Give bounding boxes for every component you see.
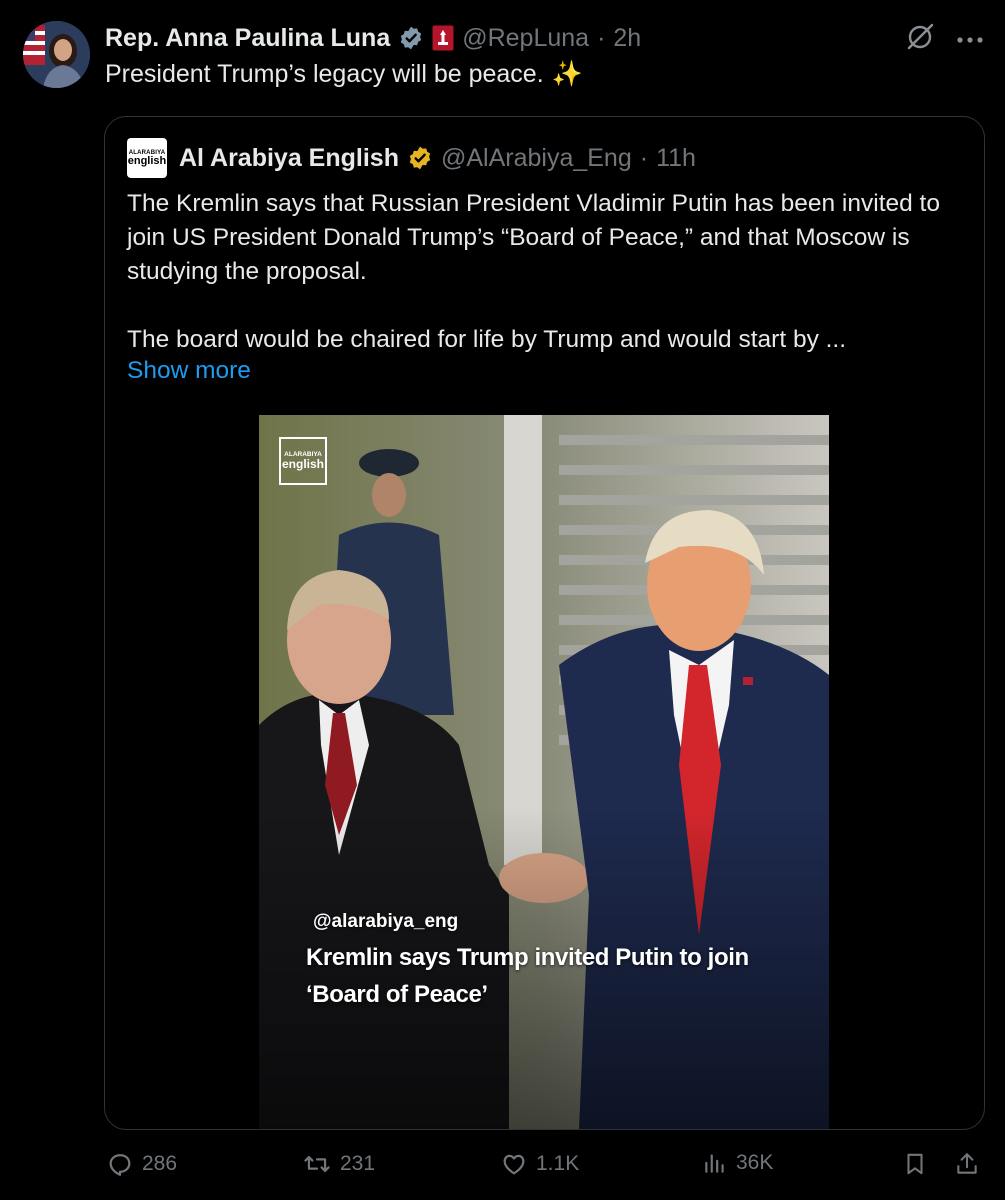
quoted-author-avatar[interactable]: ALARABIYA english	[127, 138, 167, 178]
bookmark-button[interactable]	[902, 1150, 928, 1178]
share-icon	[954, 1150, 980, 1178]
quoted-paragraph-2: The board would be chaired for life by T…	[127, 326, 847, 353]
action-bar: 286 231 1.1K 36K	[104, 1150, 984, 1184]
views-count: 36K	[736, 1151, 774, 1174]
post-time[interactable]: 2h	[613, 24, 641, 53]
post-header: Rep. Anna Paulina Luna @RepLuna · 2h	[105, 22, 641, 54]
quoted-post-image[interactable]: ALARABIYA english @alarabiya_eng Kremlin…	[259, 415, 829, 1129]
quoted-post-text: The Kremlin says that Russian President …	[127, 187, 967, 357]
repost-button[interactable]: 231	[302, 1150, 375, 1178]
grok-icon[interactable]	[905, 22, 935, 57]
quoted-post[interactable]: ALARABIYA english Al Arabiya English @Al…	[104, 116, 985, 1130]
like-icon	[500, 1150, 528, 1178]
sparkles-emoji: ✨	[551, 60, 583, 88]
views-icon	[702, 1150, 728, 1176]
reply-button[interactable]: 286	[106, 1150, 177, 1178]
reply-count: 286	[142, 1152, 178, 1175]
government-affiliation-icon[interactable]	[432, 25, 454, 51]
quoted-post-time[interactable]: 11h	[656, 144, 696, 173]
bookmark-icon	[902, 1150, 928, 1178]
quoted-author-display-name[interactable]: Al Arabiya English	[179, 144, 399, 173]
author-handle[interactable]: @RepLuna	[462, 24, 589, 53]
media-caption: Kremlin says Trump invited Putin to join…	[306, 944, 749, 1008]
more-icon[interactable]	[957, 31, 983, 49]
views-button[interactable]: 36K	[702, 1150, 773, 1176]
header-separator: ·	[597, 23, 606, 52]
show-more-link[interactable]: Show more	[127, 357, 251, 385]
repost-count: 231	[340, 1152, 376, 1175]
quoted-paragraph-1: The Kremlin says that Russian President …	[127, 190, 940, 285]
verified-badge-icon[interactable]	[398, 25, 424, 51]
tweet[interactable]: Rep. Anna Paulina Luna @RepLuna · 2h Pre…	[0, 0, 1005, 1200]
author-avatar[interactable]	[23, 21, 90, 88]
like-button[interactable]: 1.1K	[500, 1150, 579, 1178]
author-display-name[interactable]: Rep. Anna Paulina Luna	[105, 24, 390, 53]
quoted-avatar-line2: english	[127, 154, 167, 167]
top-actions	[905, 22, 983, 57]
media-watermark-logo: ALARABIYA english	[279, 437, 327, 485]
repost-icon	[302, 1150, 332, 1178]
quoted-header-separator: ·	[639, 143, 649, 172]
post-text: President Trump’s legacy will be peace. …	[105, 60, 583, 89]
share-button[interactable]	[954, 1150, 980, 1178]
media-handle-text: @alarabiya_eng	[313, 911, 459, 932]
quoted-author-handle[interactable]: @AlArabiya_Eng	[441, 144, 632, 173]
gold-verified-badge-icon[interactable]	[407, 145, 433, 171]
quoted-post-header: ALARABIYA english Al Arabiya English @Al…	[127, 138, 696, 178]
like-count: 1.1K	[536, 1152, 580, 1175]
post-text-body: President Trump’s legacy will be peace.	[105, 60, 544, 88]
media-logo-line2: english	[281, 457, 324, 472]
reply-icon	[106, 1150, 134, 1178]
